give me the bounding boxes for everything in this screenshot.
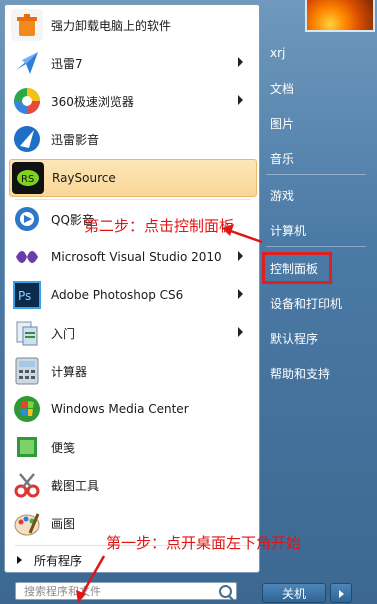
divider (266, 174, 366, 175)
submenu-arrow-icon[interactable] (238, 95, 243, 105)
photoshop-icon: Ps (11, 279, 43, 311)
divider (15, 199, 251, 200)
program-label: 迅雷影音 (51, 132, 100, 147)
program-item-getting-started[interactable]: 入门 (9, 315, 255, 351)
divider (266, 246, 366, 247)
program-item-visual-studio[interactable]: Microsoft Visual Studio 2010 (9, 239, 255, 275)
program-label: Microsoft Visual Studio 2010 (51, 250, 222, 264)
paint-icon (11, 507, 43, 539)
sticky-notes-icon (11, 431, 43, 463)
qq-player-icon (11, 203, 43, 235)
program-item-photoshop[interactable]: Ps Adobe Photoshop CS6 (9, 277, 255, 313)
program-label: Adobe Photoshop CS6 (51, 288, 184, 302)
user-folder-link[interactable]: xrj (266, 42, 285, 64)
help-support-link[interactable]: 帮助和支持 (266, 362, 330, 384)
program-item-xunlei-player[interactable]: 迅雷影音 (9, 121, 255, 157)
step2-annotation: 第二步：点击控制面板 (84, 217, 235, 235)
submenu-arrow-icon[interactable] (238, 251, 243, 261)
control-panel-highlight (262, 252, 332, 284)
games-link[interactable]: 游戏 (266, 184, 294, 206)
start-menu: 强力卸载电脑上的软件 迅雷7 360极速浏览器 迅雷影音 RS RaySourc… (0, 0, 377, 604)
visual-studio-icon (11, 241, 43, 273)
program-label: RaySource (52, 171, 116, 185)
svg-text:Ps: Ps (18, 289, 31, 303)
search-placeholder: 搜索程序和文件 (24, 585, 101, 598)
expand-arrow-icon (17, 556, 22, 564)
step1-annotation: 第一步：点开桌面左下角开始 (106, 534, 302, 552)
browser-icon (11, 85, 43, 117)
program-item-uninstall[interactable]: 强力卸载电脑上的软件 (9, 7, 255, 43)
getting-started-icon (11, 317, 43, 349)
program-item-xunlei[interactable]: 迅雷7 (9, 45, 255, 81)
user-avatar[interactable] (305, 0, 375, 32)
programs-panel: 强力卸载电脑上的软件 迅雷7 360极速浏览器 迅雷影音 RS RaySourc… (4, 4, 260, 573)
program-item-media-center[interactable]: Windows Media Center (9, 391, 255, 427)
raysource-icon: RS (12, 162, 44, 194)
program-label: 截图工具 (51, 478, 100, 493)
shutdown-options-button[interactable] (330, 583, 352, 603)
program-label: 强力卸载电脑上的软件 (51, 18, 172, 33)
program-item-snipping-tool[interactable]: 截图工具 (9, 467, 255, 503)
program-label: 画图 (51, 516, 76, 531)
all-programs-link[interactable]: 所有程序 (17, 551, 82, 569)
program-item-raysource[interactable]: RS RaySource (9, 159, 257, 197)
program-item-sticky-notes[interactable]: 便笺 (9, 429, 255, 465)
svg-text:RS: RS (21, 174, 34, 185)
program-label: 便笺 (51, 440, 76, 455)
music-link[interactable]: 音乐 (266, 147, 294, 169)
program-label: Windows Media Center (51, 402, 189, 416)
program-label: 迅雷7 (51, 56, 83, 71)
shutdown-button[interactable]: 关机 (262, 583, 326, 603)
computer-link[interactable]: 计算机 (266, 219, 306, 241)
pictures-link[interactable]: 图片 (266, 112, 294, 134)
program-label: 360极速浏览器 (51, 94, 134, 109)
snipping-tool-icon (11, 469, 43, 501)
search-input[interactable]: 搜索程序和文件 (15, 582, 237, 600)
xunlei-icon (11, 47, 43, 79)
search-icon[interactable] (219, 585, 232, 598)
media-player-icon (11, 123, 43, 155)
program-item-calculator[interactable]: 计算器 (9, 353, 255, 389)
uninstall-icon (11, 9, 43, 41)
program-label: 入门 (51, 326, 76, 341)
devices-printers-link[interactable]: 设备和打印机 (266, 292, 342, 314)
media-center-icon (11, 393, 43, 425)
program-label: 计算器 (51, 364, 88, 379)
all-programs-label: 所有程序 (34, 553, 83, 568)
submenu-arrow-icon[interactable] (238, 327, 243, 337)
default-programs-link[interactable]: 默认程序 (266, 327, 318, 349)
submenu-arrow-icon[interactable] (238, 57, 243, 67)
program-item-360-browser[interactable]: 360极速浏览器 (9, 83, 255, 119)
documents-link[interactable]: 文档 (266, 77, 294, 99)
submenu-arrow-icon[interactable] (238, 289, 243, 299)
calculator-icon (11, 355, 43, 387)
